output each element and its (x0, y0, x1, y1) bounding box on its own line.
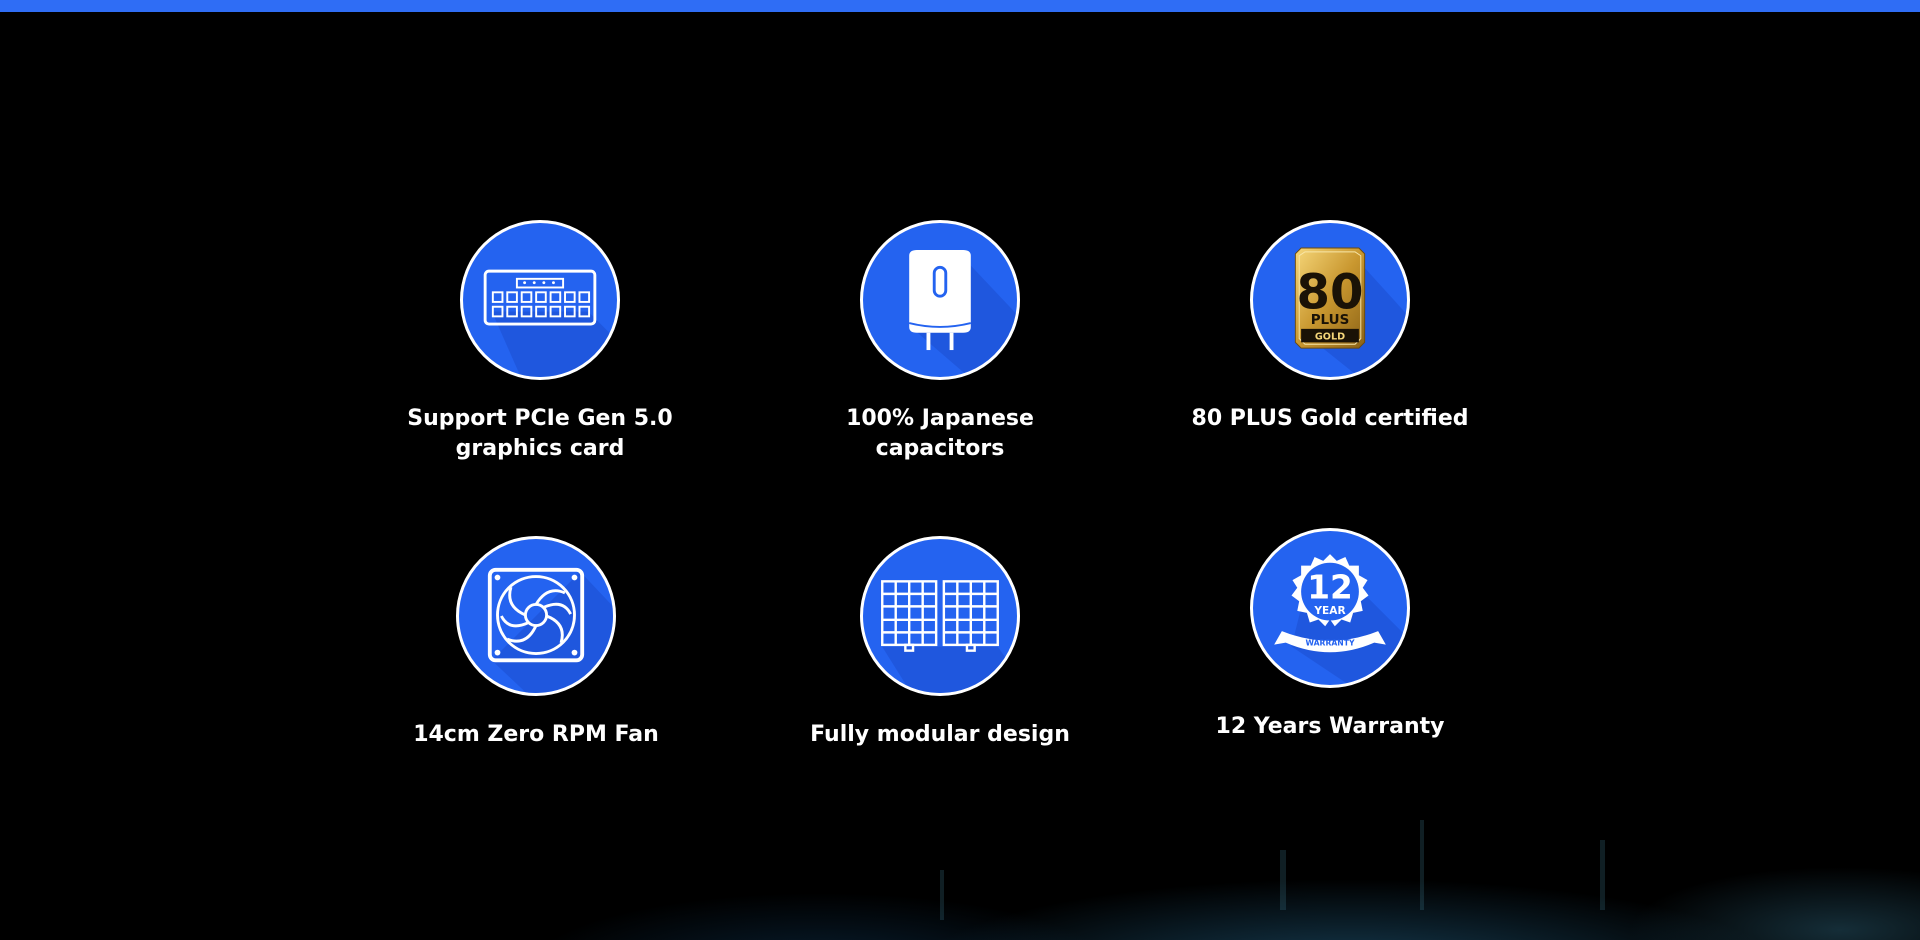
warranty-year-text: YEAR (1313, 605, 1345, 617)
fan-icon (456, 536, 616, 696)
feature-modular: Fully modular design (780, 536, 1100, 750)
80-plus-gold-icon: 80 PLUS GOLD (1250, 220, 1410, 380)
feature-label: 100% Japanese capacitors (846, 406, 1034, 461)
feature-label: Support PCIe Gen 5.0 graphics card (407, 406, 673, 461)
feature-label: 80 PLUS Gold certified (1191, 406, 1469, 431)
badge-plus-text: PLUS (1311, 312, 1350, 328)
feature-warranty: 12 YEAR WARRANTY 12 Years Warranty (1170, 528, 1490, 742)
warranty-number: 12 (1307, 568, 1353, 606)
background-artwork (0, 780, 1920, 940)
feature-label: Fully modular design (810, 722, 1070, 747)
top-accent-bar (0, 0, 1920, 12)
feature-80plus-gold: 80 PLUS GOLD 80 PLUS Gold certified (1170, 220, 1490, 434)
pcie-connector-icon (460, 220, 620, 380)
warranty-ribbon-text: WARRANTY (1305, 639, 1355, 648)
badge-gold-text: GOLD (1315, 331, 1345, 342)
feature-capacitors: 100% Japanese capacitors (780, 220, 1100, 464)
feature-label: 12 Years Warranty (1215, 714, 1445, 739)
feature-pcie: Support PCIe Gen 5.0 graphics card (380, 220, 700, 464)
capacitor-icon (860, 220, 1020, 380)
modular-cables-icon (860, 536, 1020, 696)
feature-label: 14cm Zero RPM Fan (413, 722, 659, 747)
warranty-seal-icon: 12 YEAR WARRANTY (1250, 528, 1410, 688)
feature-fan: 14cm Zero RPM Fan (376, 536, 696, 750)
